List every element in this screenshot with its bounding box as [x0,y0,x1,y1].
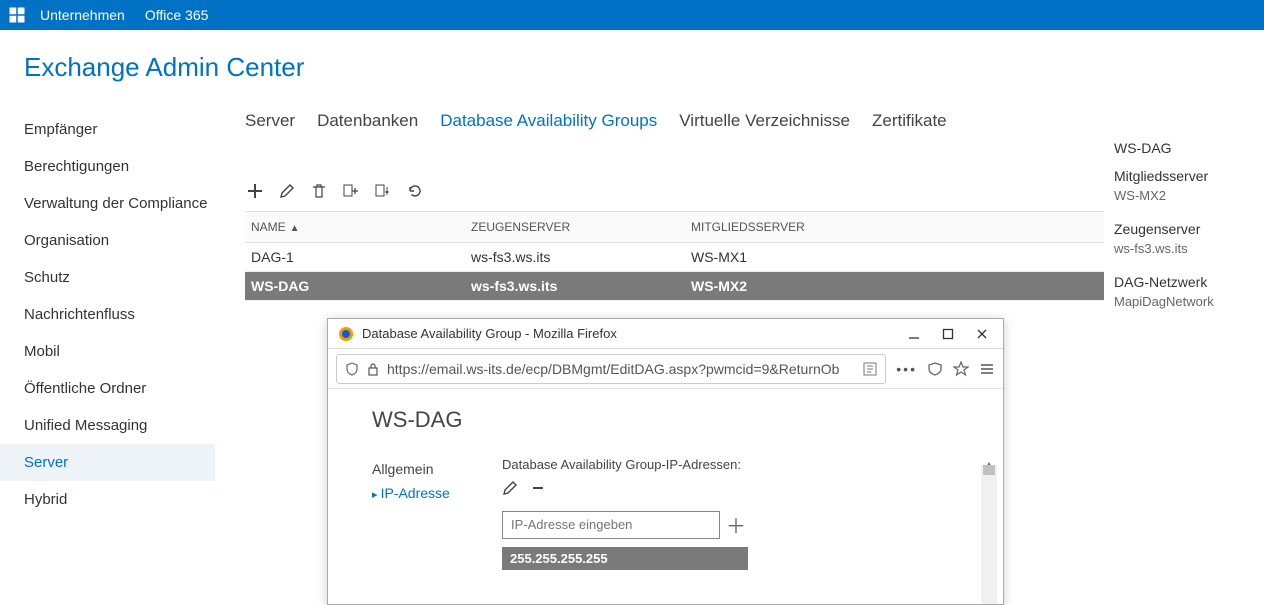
table-cell: WS-MX1 [685,243,1104,272]
detail-members-value: WS-MX2 [1114,188,1264,203]
window-maximize-button[interactable] [931,320,965,348]
table-cell: WS-MX2 [685,272,1104,301]
popup-window: Database Availability Group - Mozilla Fi… [327,318,1004,605]
dag-heading: WS-DAG [372,407,979,433]
manage-membership-button[interactable] [341,181,361,201]
table-cell: WS-DAG [245,272,465,301]
popup-scrollbar[interactable]: ▴ [981,465,997,604]
page-title: Exchange Admin Center [0,30,1264,93]
leftnav-item[interactable]: Schutz [24,259,215,296]
subtab[interactable]: Server [245,111,295,131]
leftnav-item[interactable]: Mobil [24,333,215,370]
firefox-icon [338,326,354,342]
detail-network-value: MapiDagNetwork [1114,294,1264,309]
sub-tabs: Server Datenbanken Database Availability G… [245,111,1104,131]
col-header-witness[interactable]: ZEUGENSERVER [465,212,685,243]
leftnav-item[interactable]: Empfänger [24,111,215,148]
topbar-link-office365[interactable]: Office 365 [145,7,209,23]
col-header-name[interactable]: NAME▲ [245,212,465,243]
manage-network-button[interactable] [373,181,393,201]
table-cell: ws-fs3.ws.its [465,272,685,301]
popup-window-title: Database Availability Group - Mozilla Fi… [362,326,617,341]
ip-remove-button[interactable] [530,480,546,496]
office-logo-icon [8,6,26,24]
menu-item-general[interactable]: Allgemein [372,457,502,481]
table-cell: ws-fs3.ws.its [465,243,685,272]
address-bar: https://email.ws-its.de/ecp/DBMgmt/EditD… [328,349,1003,389]
form-area: Database Availability Group-IP-Adressen:… [502,457,979,570]
hamburger-menu-icon[interactable] [979,362,995,376]
toolbar [245,181,1104,201]
leftnav-item[interactable]: Server [0,444,215,481]
reader-mode-icon[interactable] [863,362,877,376]
leftnav-item[interactable]: Hybrid [24,481,215,518]
leftnav-item[interactable]: Verwaltung der Compliance [24,185,215,222]
subtab[interactable]: Datenbanken [317,111,418,131]
ip-edit-button[interactable] [502,480,518,496]
dag-table: NAME▲ ZEUGENSERVER MITGLIEDSSERVER DAG-1… [245,211,1104,301]
detail-network-label: DAG-Netzwerk [1114,274,1264,290]
topbar-link-company[interactable]: Unternehmen [40,7,125,23]
popup-left-menu: Allgemein IP-Adresse [372,457,502,570]
bookmark-star-icon[interactable] [953,361,969,377]
detail-name: WS-DAG [1114,140,1264,156]
table-row[interactable]: WS-DAGws-fs3.ws.itsWS-MX2 [245,272,1104,301]
leftnav-item[interactable]: Berechtigungen [24,148,215,185]
page-actions-button[interactable]: ••• [896,361,917,377]
leftnav-item[interactable]: Nachrichtenfluss [24,296,215,333]
tracking-shield-icon[interactable] [927,362,943,376]
table-row[interactable]: DAG-1ws-fs3.ws.itsWS-MX1 [245,243,1104,272]
detail-witness-label: Zeugenserver [1114,221,1264,237]
left-nav: EmpfängerBerechtigungenVerwaltung der Co… [0,93,215,518]
shield-icon [345,362,359,376]
menu-item-ip-address[interactable]: IP-Adresse [372,481,502,505]
subtab[interactable]: Zertifikate [872,111,947,131]
delete-button[interactable] [309,181,329,201]
ip-section-label: Database Availability Group-IP-Adressen: [502,457,979,472]
refresh-button[interactable] [405,181,425,201]
sort-asc-icon: ▲ [290,223,300,234]
add-button[interactable] [245,181,265,201]
lock-icon [367,362,379,376]
leftnav-item[interactable]: Unified Messaging [24,407,215,444]
popup-title-bar[interactable]: Database Availability Group - Mozilla Fi… [328,319,1003,349]
popup-content: WS-DAG Allgemein IP-Adresse Database Ava… [328,389,1003,604]
details-pane: WS-DAG Mitgliedsserver WS-MX2 Zeugenserv… [1114,93,1264,518]
ip-address-input[interactable] [502,511,720,539]
url-input[interactable]: https://email.ws-its.de/ecp/DBMgmt/EditD… [336,354,886,384]
top-bar: Unternehmen Office 365 [0,0,1264,30]
col-header-members[interactable]: MITGLIEDSSERVER [685,212,1104,243]
ip-list[interactable]: 255.255.255.255 [502,547,748,570]
detail-witness-value: ws-fs3.ws.its [1114,241,1264,256]
ip-add-button[interactable]: ＋ [726,510,746,539]
window-minimize-button[interactable] [897,320,931,348]
leftnav-item[interactable]: Organisation [24,222,215,259]
detail-members-label: Mitgliedsserver [1114,168,1264,184]
url-text: https://email.ws-its.de/ecp/DBMgmt/EditD… [387,361,855,377]
edit-button[interactable] [277,181,297,201]
window-close-button[interactable] [965,320,999,348]
subtab[interactable]: Virtuelle Verzeichnisse [679,111,850,131]
leftnav-item[interactable]: Öffentliche Ordner [24,370,215,407]
scroll-thumb[interactable] [983,465,995,475]
ip-list-item[interactable]: 255.255.255.255 [502,547,748,570]
subtab[interactable]: Database Availability Groups [440,111,657,131]
table-cell: DAG-1 [245,243,465,272]
